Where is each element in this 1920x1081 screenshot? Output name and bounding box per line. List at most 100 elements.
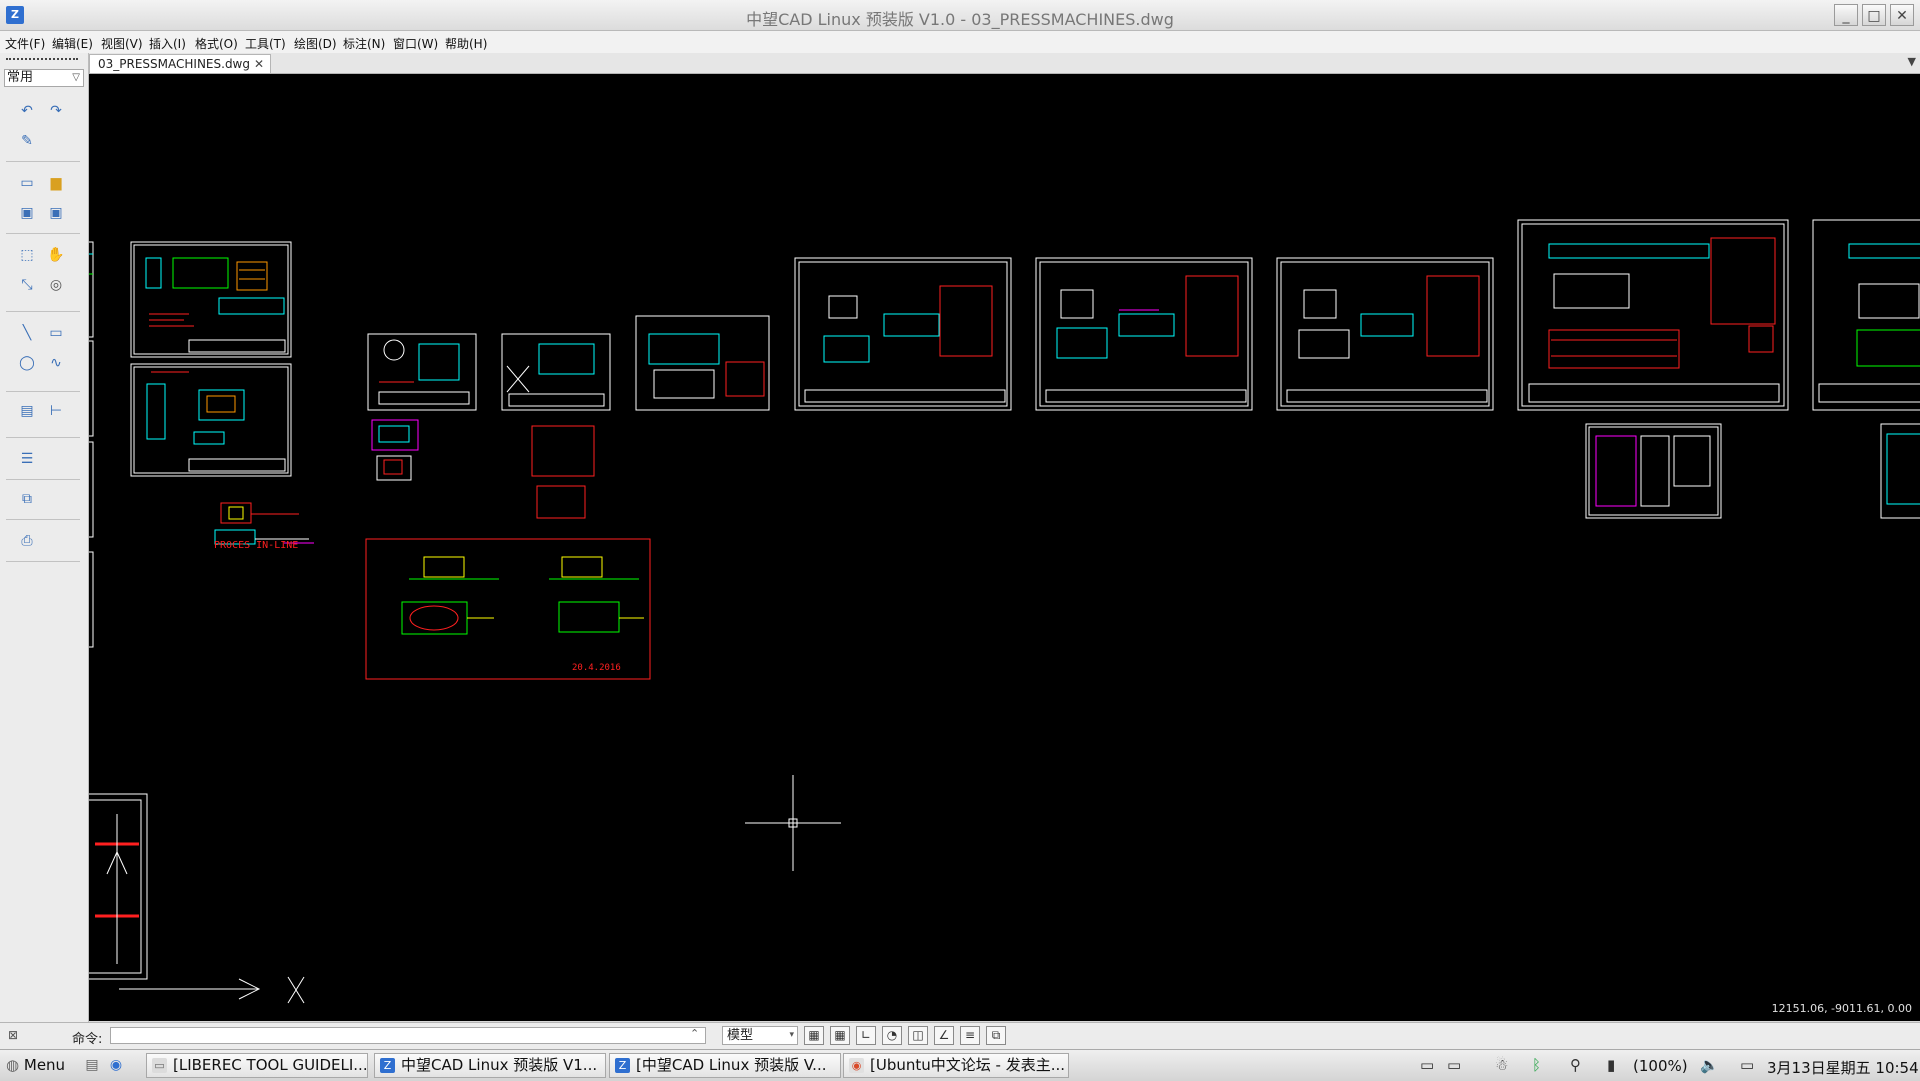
workspace-select[interactable]: 常用 ▽ [4, 69, 84, 87]
line-icon[interactable]: ╲ [17, 323, 37, 343]
space-select[interactable]: 模型 ▾ [722, 1026, 798, 1045]
title-bar: Z 中望CAD Linux 预装版 V1.0 - 03_PRESSMACHINE… [0, 0, 1920, 31]
task-liberec[interactable]: ▭ [LIBEREC TOOL GUIDELI... [146, 1053, 368, 1078]
drive-icon[interactable]: ▭ [1447, 1056, 1461, 1074]
orbit-icon[interactable]: ◎ [46, 275, 66, 295]
menu-tools[interactable]: 工具(T) [245, 35, 286, 52]
menu-help[interactable]: 帮助(H) [445, 35, 487, 52]
window-title: 中望CAD Linux 预装版 V1.0 - 03_PRESSMACHINES.… [746, 10, 1174, 29]
menu-draw[interactable]: 绘图(D) [294, 35, 337, 52]
print-icon[interactable]: ⎙ [17, 531, 37, 551]
drawing-sheet [89, 793, 148, 980]
menu-view[interactable]: 视图(V) [101, 35, 143, 52]
block-icon[interactable]: ⧉ [17, 489, 37, 509]
taskbar: ◍ Menu ▤ ◉ ▭ [LIBEREC TOOL GUIDELI... Z … [0, 1049, 1920, 1081]
chevron-up-icon[interactable]: ⌃ [690, 1027, 699, 1040]
network-icon[interactable]: ⚲ [1570, 1056, 1581, 1074]
model-space-icon[interactable]: ⧉ [986, 1026, 1006, 1045]
battery-icon[interactable]: ▮ [1607, 1056, 1615, 1074]
drawing-canvas[interactable]: PROCES IN-LINE 20.4.2016 12151.06, -9011… [89, 74, 1920, 1021]
polyline-icon[interactable]: ∿ [46, 353, 66, 373]
drawing-sheet [794, 257, 1012, 411]
task-label: [Ubuntu中文论坛 - 发表主... [870, 1056, 1066, 1074]
drawing-sheet [365, 538, 651, 680]
text-icon[interactable]: ▤ [17, 401, 37, 421]
workspace-select-value: 常用 [7, 70, 34, 85]
menu-format[interactable]: 格式(O) [195, 35, 238, 52]
match-properties-icon[interactable]: ✎ [17, 131, 37, 151]
tab-document-label: 03_PRESSMACHINES.dwg [98, 57, 250, 71]
drawing-sheet [1812, 219, 1920, 411]
ortho-icon[interactable]: ∟ [856, 1026, 876, 1045]
minimize-button[interactable]: _ [1834, 4, 1858, 26]
lineweight-icon[interactable]: ≡ [960, 1026, 980, 1045]
crosshair-cursor [745, 775, 841, 871]
rectangle-icon[interactable]: ▭ [46, 323, 66, 343]
zoom-window-icon[interactable]: ⬚ [17, 245, 37, 265]
separator [6, 479, 80, 480]
open-icon[interactable]: ▆ [46, 173, 66, 193]
pan-icon[interactable]: ✋ [46, 245, 66, 265]
maximize-button[interactable]: □ [1862, 4, 1886, 26]
zwcad-icon: Z [615, 1058, 630, 1073]
separator [6, 437, 80, 438]
save-as-icon[interactable]: ▣ [46, 203, 66, 223]
grid-icon[interactable]: ▦ [830, 1026, 850, 1045]
redo-icon[interactable]: ↷ [46, 101, 66, 121]
zoom-realtime-icon[interactable]: ⤡ [17, 275, 37, 295]
close-button[interactable]: ✕ [1890, 4, 1914, 26]
drawing-svg: PROCES IN-LINE 20.4.2016 [89, 219, 1920, 1004]
space-select-value: 模型 [727, 1028, 754, 1043]
separator [6, 311, 80, 312]
chrome-icon: ◉ [849, 1058, 864, 1073]
command-bar: ⊠ 命令: ⌃ 模型 ▾ ▦ ▦ ∟ ◔ ◫ ∠ ≡ ⧉ [0, 1022, 1920, 1049]
drive-icon[interactable]: ▭ [1420, 1056, 1434, 1074]
command-input[interactable] [110, 1027, 706, 1044]
start-menu-label: Menu [23, 1056, 66, 1074]
ucs-icon [119, 976, 305, 1004]
drawing-sheet [89, 241, 94, 648]
menu-insert[interactable]: 插入(I) [149, 35, 186, 52]
clock[interactable]: 3月13日星期五 10:54 [1767, 1057, 1919, 1078]
bluetooth-icon[interactable]: ᛒ [1532, 1056, 1541, 1074]
drawing-sheet [130, 241, 292, 358]
polar-icon[interactable]: ◔ [882, 1026, 902, 1045]
drawing-sheet [1276, 257, 1494, 411]
tab-document[interactable]: 03_PRESSMACHINES.dwg ✕ [89, 54, 271, 73]
drawing-sheet [1517, 219, 1789, 411]
drawing-label-date: 20.4.2016 [572, 663, 621, 673]
task-ubuntu-forum[interactable]: ◉ [Ubuntu中文论坛 - 发表主... [843, 1053, 1069, 1078]
save-icon[interactable]: ▣ [17, 203, 37, 223]
drawing-sheet [531, 425, 595, 477]
object-snap-icon[interactable]: ◫ [908, 1026, 928, 1045]
monitor-icon[interactable]: ▭ [1740, 1056, 1754, 1074]
new-icon[interactable]: ▭ [17, 173, 37, 193]
browser-icon[interactable]: ◉ [107, 1056, 125, 1074]
task-zwcad-2[interactable]: Z [中望CAD Linux 预装版 V... [609, 1053, 841, 1078]
dimension-icon[interactable]: ⊢ [46, 401, 66, 421]
qq-icon[interactable]: ☃ [1495, 1056, 1508, 1074]
menu-dimension[interactable]: 标注(N) [343, 35, 385, 52]
task-label: [中望CAD Linux 预装版 V... [636, 1056, 827, 1074]
tab-list-icon[interactable]: ▼ [1908, 55, 1916, 68]
close-icon[interactable]: ✕ [254, 55, 264, 73]
object-track-icon[interactable]: ∠ [934, 1026, 954, 1045]
start-menu-button[interactable]: ◍ Menu [6, 1056, 65, 1074]
circle-icon[interactable]: ◯ [17, 353, 37, 373]
menu-window[interactable]: 窗口(W) [393, 35, 438, 52]
task-zwcad-1[interactable]: Z 中望CAD Linux 预装版 V1... [374, 1053, 606, 1078]
layer-icon[interactable]: ☰ [17, 449, 37, 469]
close-icon[interactable]: ⊠ [8, 1028, 18, 1042]
drawing-sheet [367, 333, 477, 411]
file-manager-icon[interactable]: ▤ [83, 1056, 101, 1074]
menu-edit[interactable]: 编辑(E) [52, 35, 93, 52]
undo-icon[interactable]: ↶ [17, 101, 37, 121]
drawing-sheet [501, 333, 611, 411]
separator [6, 519, 80, 520]
volume-icon[interactable]: 🔈 [1700, 1056, 1719, 1074]
menu-file[interactable]: 文件(F) [5, 35, 45, 52]
panel-grip[interactable] [6, 58, 78, 62]
snap-grid-icon[interactable]: ▦ [804, 1026, 824, 1045]
separator [6, 161, 80, 162]
drawing-sheet [214, 502, 314, 545]
